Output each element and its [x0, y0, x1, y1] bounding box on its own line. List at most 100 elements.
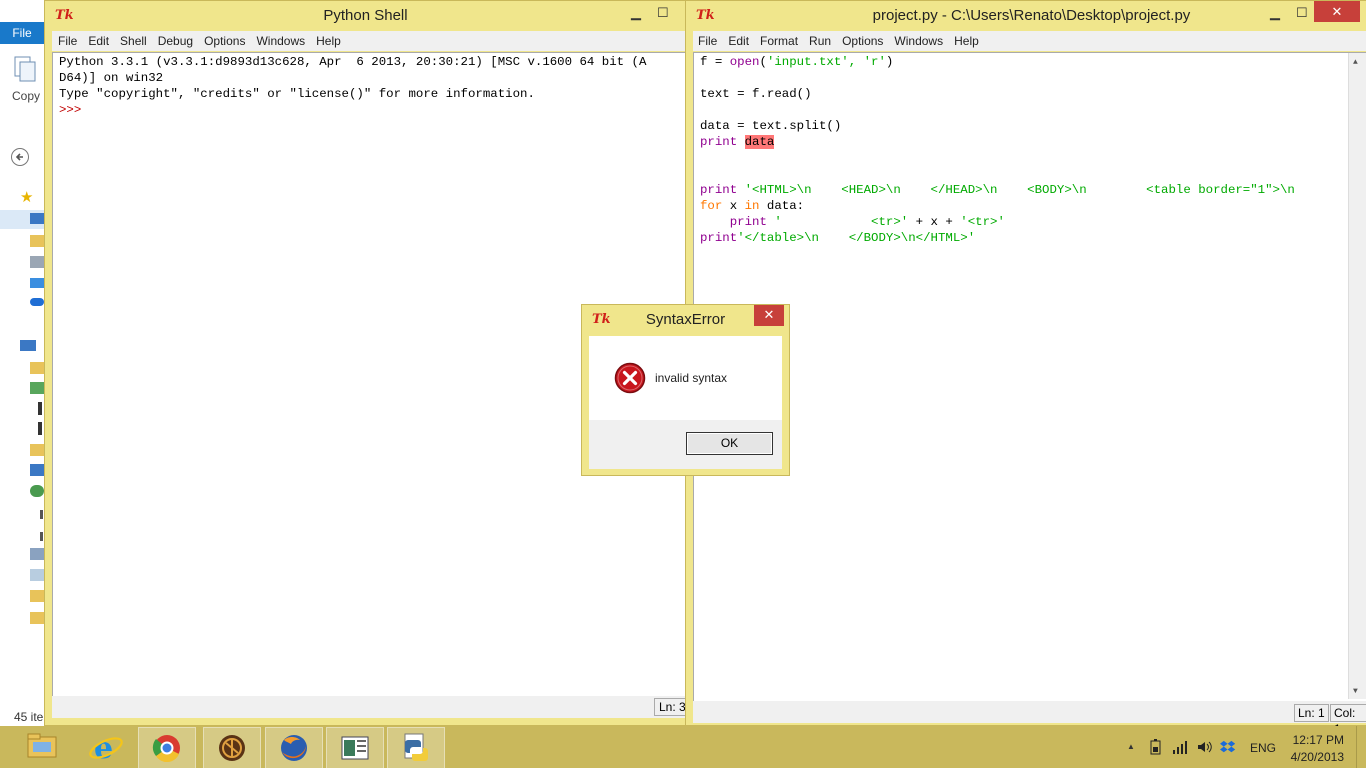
folder-icon: [30, 444, 44, 456]
editor-menubar: File Edit Format Run Options Windows Help: [693, 31, 1366, 51]
error-icon: [614, 362, 646, 397]
drive-icon: [38, 422, 42, 435]
drive-icon: [40, 510, 43, 519]
ok-button[interactable]: OK: [686, 432, 773, 455]
shell-menubar: File Edit Shell Debug Options Windows Help: [52, 31, 692, 51]
skydrive-icon: [30, 298, 44, 306]
folder-icon: [30, 612, 44, 624]
shell-line: Type "copyright", "credits" or "license(…: [59, 87, 535, 101]
shell-line: D64)] on win32: [59, 71, 164, 85]
editor-title: project.py - C:\Users\Renato\Desktop\pro…: [872, 7, 1191, 24]
control-panel-icon: [30, 548, 44, 560]
copy-icon[interactable]: [12, 55, 38, 85]
taskbar-swtor[interactable]: [203, 727, 261, 769]
dropbox-tray-icon[interactable]: [1220, 739, 1236, 755]
battery-icon[interactable]: [1148, 739, 1164, 755]
syntax-error-dialog[interactable]: Tk SyntaxError ✕ invalid syntax OK: [581, 304, 790, 476]
taskbar-python[interactable]: [387, 727, 445, 769]
svg-text:e: e: [94, 731, 113, 766]
menu-windows[interactable]: Windows: [256, 31, 305, 51]
code-line-2: text = f.read(): [700, 87, 812, 101]
shell-prompt: >>>: [59, 103, 82, 117]
code-line-5: print '<HTML>\n <HEAD>\n </HEAD>\n <BODY…: [700, 183, 1295, 197]
shell-line: Python 3.3.1 (v3.3.1:d9893d13c628, Apr 6…: [59, 55, 647, 69]
computer-icon: [20, 340, 36, 351]
editor-statusbar: Ln: 1 Col: 1: [693, 701, 1366, 736]
syntax-error-highlight: data: [744, 135, 775, 149]
code-line-3: data = text.split(): [700, 119, 842, 133]
desktop-icon: [30, 213, 44, 224]
show-desktop-button[interactable]: [1356, 726, 1366, 768]
internet-explorer-icon: e: [89, 731, 123, 766]
menu-format[interactable]: Format: [760, 31, 798, 51]
downloads-folder-icon: [30, 235, 44, 247]
clock-date[interactable]: 4/20/2013: [1283, 750, 1344, 764]
chrome-icon: [152, 735, 180, 763]
menu-file[interactable]: File: [58, 31, 77, 51]
maximize-icon[interactable]: ☐: [657, 5, 669, 21]
recent-places-icon: [30, 256, 44, 268]
shell-statusbar: Ln: 3: [52, 696, 691, 718]
drive-icon: [38, 402, 42, 415]
taskbar-app[interactable]: [326, 727, 384, 769]
scroll-up-icon[interactable]: ▲: [1353, 58, 1358, 67]
code-line-6: for x in data:: [700, 199, 805, 213]
favorites-star-icon: ★: [20, 189, 34, 206]
pc-icon: [30, 464, 44, 476]
menu-shell[interactable]: Shell: [120, 31, 147, 51]
menu-windows[interactable]: Windows: [894, 31, 943, 51]
python-idle-icon: [404, 733, 428, 761]
volume-icon[interactable]: [1196, 739, 1212, 755]
close-icon[interactable]: ✕: [1314, 1, 1360, 22]
minimize-icon[interactable]: ▁: [1270, 5, 1280, 21]
globe-icon: [30, 485, 44, 497]
menu-run[interactable]: Run: [809, 31, 831, 51]
file-explorer-icon: [27, 733, 57, 758]
tk-logo-icon: Tk: [696, 8, 715, 23]
signal-icon[interactable]: [1172, 739, 1188, 755]
editor-line-status: Ln: 1: [1294, 704, 1329, 722]
editor-col-status: Col: 1: [1330, 704, 1366, 736]
recycle-bin-icon: [30, 569, 44, 581]
game-launcher-icon: [219, 735, 245, 761]
menu-options[interactable]: Options: [842, 31, 883, 51]
editor-text-area[interactable]: f = open('input.txt', 'r') text = f.read…: [693, 52, 1366, 702]
taskbar-ie[interactable]: e: [78, 727, 134, 767]
taskbar-explorer[interactable]: [14, 727, 70, 767]
minimize-icon[interactable]: ▁: [631, 5, 641, 21]
folder-icon: [30, 590, 44, 602]
tk-logo-icon: Tk: [55, 8, 74, 23]
dialog-close-button[interactable]: ✕: [754, 305, 784, 326]
dialog-button-area: OK: [589, 420, 782, 469]
scroll-down-icon[interactable]: ▼: [1353, 687, 1358, 696]
language-indicator[interactable]: ENG: [1250, 741, 1276, 755]
items-count: 45 ite: [14, 710, 44, 724]
menu-edit[interactable]: Edit: [728, 31, 749, 51]
firefox-icon: [281, 735, 307, 761]
code-line-4: print data: [700, 135, 775, 149]
back-icon[interactable]: [10, 147, 30, 170]
drive-icon: [40, 532, 43, 541]
code-line-7: print ' <tr>' + x + '<tr>': [729, 215, 1005, 229]
menu-file[interactable]: File: [698, 31, 717, 51]
explorer-file-tab[interactable]: File: [0, 22, 44, 44]
maximize-icon[interactable]: ☐: [1296, 5, 1308, 21]
menu-options[interactable]: Options: [204, 31, 245, 51]
menu-edit[interactable]: Edit: [88, 31, 109, 51]
menu-help[interactable]: Help: [954, 31, 979, 51]
code-line-8: print'</table>\n </BODY>\n</HTML>': [700, 231, 976, 245]
taskbar-firefox[interactable]: [265, 727, 323, 769]
taskbar-chrome[interactable]: [138, 727, 196, 769]
document-app-icon: [341, 736, 369, 760]
folder-icon: [30, 362, 44, 374]
dialog-message: invalid syntax: [655, 371, 728, 385]
clock-time[interactable]: 12:17 PM: [1288, 733, 1344, 747]
copy-label: Copy: [12, 89, 41, 103]
dialog-body: invalid syntax OK: [589, 336, 782, 469]
menu-help[interactable]: Help: [316, 31, 341, 51]
vertical-scrollbar[interactable]: ▲ ▼: [1348, 53, 1366, 699]
menu-debug[interactable]: Debug: [158, 31, 193, 51]
taskbar: e ▲ ENG 12:17 PM 4/20/2013: [0, 726, 1366, 769]
show-hidden-icons[interactable]: ▲: [1127, 742, 1135, 751]
dropbox-icon: [30, 278, 44, 288]
